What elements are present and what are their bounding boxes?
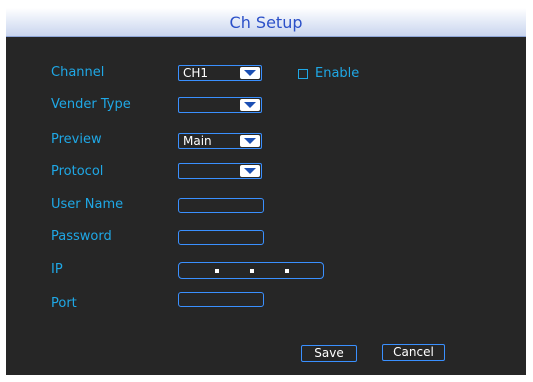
- enable-checkbox[interactable]: [298, 69, 308, 79]
- enable-label: Enable: [315, 66, 360, 81]
- title-bar: Ch Setup: [6, 8, 526, 37]
- ip-separator-dot: [285, 269, 289, 273]
- port-label: Port: [51, 296, 77, 311]
- vender-type-label: Vender Type: [51, 97, 131, 112]
- password-label: Password: [51, 229, 112, 244]
- channel-select[interactable]: CH1: [178, 65, 262, 81]
- preview-label: Preview: [51, 132, 102, 147]
- ch-setup-window: Ch Setup Channel CH1 Enable Vender Type …: [0, 0, 533, 382]
- user-name-label: User Name: [51, 197, 124, 212]
- chevron-down-icon[interactable]: [240, 67, 260, 79]
- channel-select-value: CH1: [183, 66, 209, 80]
- vender-type-select[interactable]: [178, 97, 262, 113]
- ip-address-input[interactable]: [178, 262, 324, 279]
- ip-separator-dot: [215, 269, 219, 273]
- ip-label: IP: [51, 262, 63, 277]
- port-input[interactable]: [178, 292, 264, 307]
- window-title: Ch Setup: [229, 12, 303, 32]
- password-input[interactable]: [178, 230, 264, 245]
- ip-separator-dot: [250, 269, 254, 273]
- channel-label: Channel: [51, 65, 105, 80]
- preview-select[interactable]: Main: [178, 133, 262, 149]
- save-button[interactable]: Save: [301, 345, 357, 362]
- chevron-down-icon[interactable]: [240, 165, 260, 177]
- preview-select-value: Main: [183, 134, 212, 148]
- protocol-select[interactable]: [178, 163, 262, 179]
- chevron-down-icon[interactable]: [240, 99, 260, 111]
- protocol-label: Protocol: [51, 164, 104, 179]
- cancel-button[interactable]: Cancel: [382, 344, 445, 361]
- settings-panel: Channel CH1 Enable Vender Type Preview M…: [6, 37, 526, 375]
- chevron-down-icon[interactable]: [240, 135, 260, 147]
- user-name-input[interactable]: [178, 198, 264, 213]
